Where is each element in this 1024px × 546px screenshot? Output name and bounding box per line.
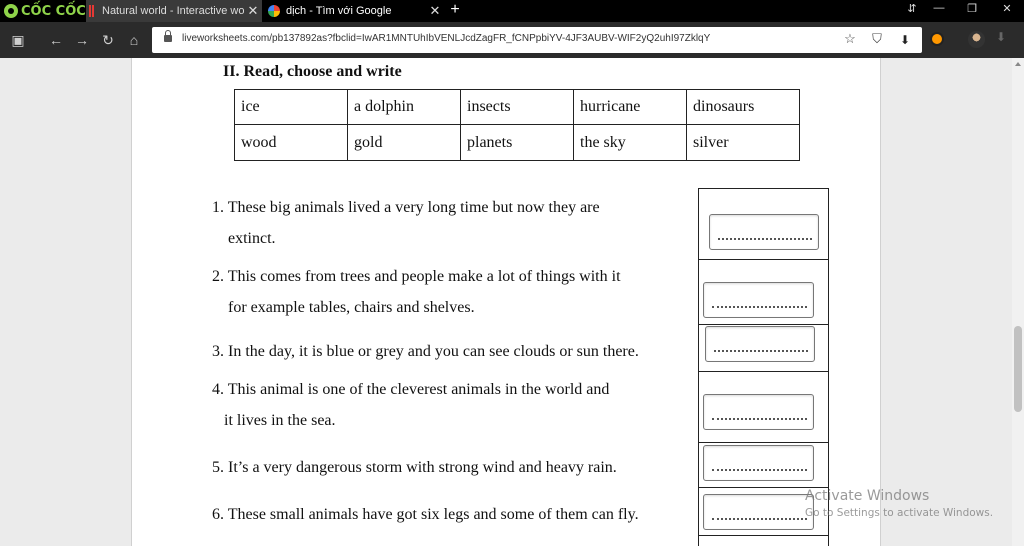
tab-search-icon[interactable]: ⇵ [902, 2, 922, 15]
word-cell: the sky [573, 124, 687, 161]
browser-toolbar: ▣ ← → ↻ ⌂ liveworksheets.com/pb137892as?… [0, 22, 1024, 58]
answer-column [698, 188, 829, 546]
word-cell: gold [347, 124, 461, 161]
profile-avatar[interactable] [968, 31, 985, 48]
tab-close-icon[interactable]: ✕ [426, 3, 444, 19]
back-icon[interactable]: ← [46, 30, 66, 50]
question-4-line-1: 4. This animal is one of the cleverest a… [212, 381, 610, 398]
answer-input-5[interactable] [703, 445, 814, 481]
tab-bar: CỐC CỐC Natural world - Interactive wo ✕… [0, 0, 1024, 22]
word-bank-row: ice a dolphin insects hurricane dinosaur… [234, 89, 800, 125]
word-cell: hurricane [573, 89, 687, 125]
answer-input-3[interactable] [705, 326, 815, 362]
tab-title: dịch - Tìm với Google [286, 5, 392, 17]
shield-icon[interactable]: ⛉ [868, 31, 886, 47]
scrollbar-thumb[interactable] [1014, 326, 1022, 412]
scroll-up-arrow-icon[interactable] [1015, 62, 1021, 66]
section-heading: II. Read, choose and write [223, 63, 402, 80]
downloads-arrow-icon[interactable]: ⬇ [996, 30, 1006, 44]
tab-natural-world[interactable]: Natural world - Interactive wo ✕ [86, 0, 262, 22]
answer-divider [699, 535, 828, 536]
answer-input-2[interactable] [703, 282, 814, 318]
lock-icon [164, 30, 172, 42]
forward-icon[interactable]: → [72, 30, 92, 50]
tab-google-search[interactable]: dịch - Tìm với Google ✕ [264, 0, 444, 22]
question-1-line-2: extinct. [212, 230, 276, 247]
answer-divider [699, 371, 828, 372]
word-bank-row: wood gold planets the sky silver [234, 124, 800, 161]
coccoc-logo-icon [4, 4, 18, 18]
vertical-scrollbar[interactable] [1012, 58, 1024, 546]
question-3-line-1: 3. In the day, it is blue or grey and yo… [212, 343, 639, 360]
close-window-button[interactable]: ✕ [997, 2, 1017, 15]
word-cell: silver [686, 124, 800, 161]
reload-icon[interactable]: ↻ [98, 30, 118, 50]
bookmark-star-icon[interactable]: ☆ [841, 31, 859, 47]
browser-logo[interactable]: CỐC CỐC [4, 2, 86, 20]
question-5-line-1: 5. It’s a very dangerous storm with stro… [212, 459, 617, 476]
word-cell: planets [460, 124, 574, 161]
maximize-button[interactable]: ❐ [962, 2, 982, 15]
address-bar[interactable]: liveworksheets.com/pb137892as?fbclid=IwA… [152, 27, 922, 53]
home-icon[interactable]: ⌂ [124, 30, 144, 50]
tab-close-icon[interactable]: ✕ [244, 3, 262, 19]
answer-input-6[interactable] [703, 494, 814, 530]
question-6-line-1: 6. These small animals have got six legs… [212, 506, 639, 523]
liveworksheets-favicon-icon [89, 5, 94, 17]
answer-divider [699, 324, 828, 325]
browser-logo-text: CỐC CỐC [21, 3, 86, 19]
question-2-line-2: for example tables, chairs and shelves. [212, 299, 475, 316]
answer-divider [699, 259, 828, 260]
google-favicon-icon [268, 5, 280, 17]
word-cell: ice [234, 89, 348, 125]
question-1-line-1: 1. These big animals lived a very long t… [212, 199, 600, 216]
sidebar-icon[interactable]: ▣ [8, 30, 28, 50]
new-tab-button[interactable]: + [447, 1, 463, 19]
minimize-button[interactable]: — [929, 2, 949, 14]
answer-input-4[interactable] [703, 394, 814, 430]
word-cell: a dolphin [347, 89, 461, 125]
answer-divider [699, 487, 828, 488]
worksheet-page: II. Read, choose and write ice a dolphin… [131, 58, 881, 546]
word-cell: wood [234, 124, 348, 161]
url-text[interactable]: liveworksheets.com/pb137892as?fbclid=IwA… [182, 33, 710, 44]
tab-title: Natural world - Interactive wo [102, 5, 244, 17]
word-cell: dinosaurs [686, 89, 800, 125]
word-cell: insects [460, 89, 574, 125]
question-4-line-2: it lives in the sea. [212, 412, 336, 429]
page-viewport: II. Read, choose and write ice a dolphin… [0, 58, 1012, 546]
question-2-line-1: 2. This comes from trees and people make… [212, 268, 621, 285]
answer-divider [699, 442, 828, 443]
word-bank-table: ice a dolphin insects hurricane dinosaur… [234, 89, 800, 161]
extension-icon[interactable] [930, 32, 944, 46]
answer-input-1[interactable] [709, 214, 819, 250]
download-icon[interactable]: ⬇ [896, 31, 914, 49]
